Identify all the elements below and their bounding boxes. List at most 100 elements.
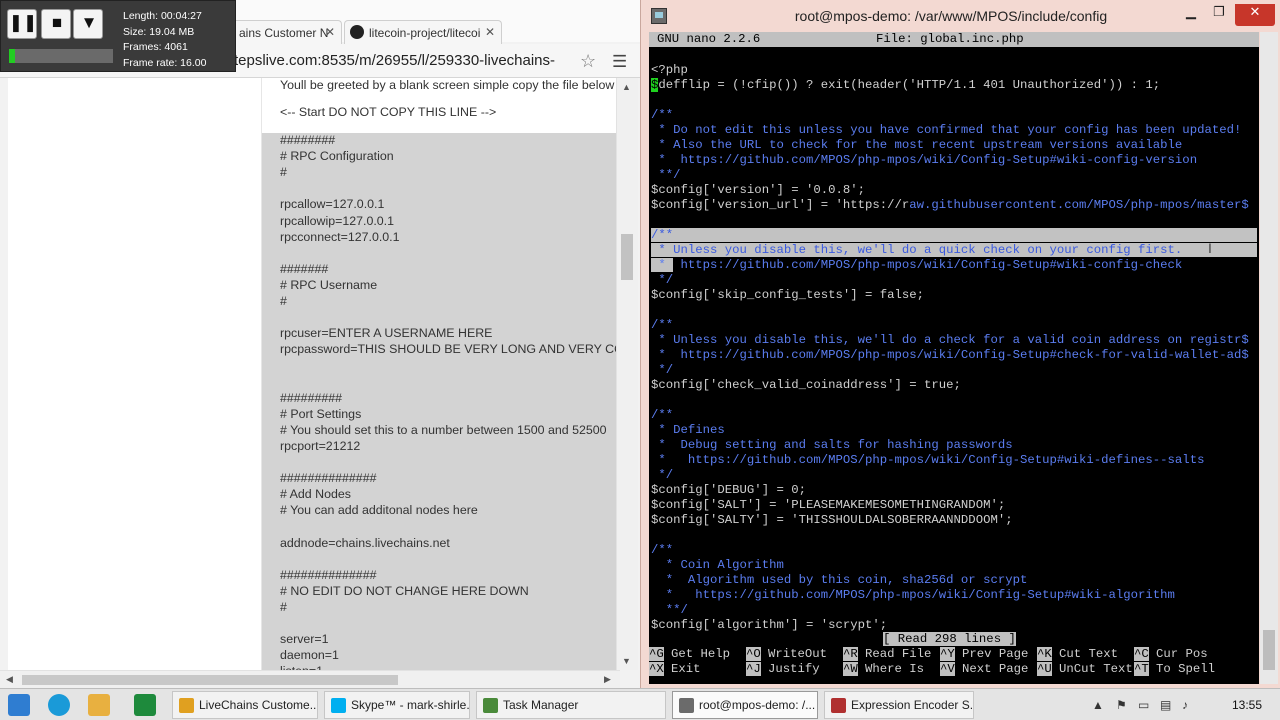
shortcut-key: ^Y: [940, 647, 955, 661]
editor-line: * Defines: [651, 423, 725, 437]
terminal-scrollbar[interactable]: [1260, 32, 1278, 684]
battery-icon[interactable]: ▭: [1138, 698, 1149, 712]
shortcut-key: ^O: [746, 647, 761, 661]
window-title: root@mpos-demo: /var/www/MPOS/include/co…: [794, 8, 1108, 24]
close-button[interactable]: ✕: [1235, 4, 1275, 26]
taskbar-app-button[interactable]: Expression Encoder S...: [824, 691, 974, 719]
status-message: [ Read 298 lines ]: [883, 632, 1016, 646]
taskbar-app-label: LiveChains Custome...: [199, 698, 318, 712]
taskbar-app-label: Skype™ - mark-shirle...: [351, 698, 470, 712]
scroll-left-icon[interactable]: ◀: [6, 674, 13, 685]
editor-line: $config['skip_config_tests'] = false;: [651, 288, 925, 302]
close-tab-icon[interactable]: ✕: [325, 25, 335, 39]
volume-icon[interactable]: ♪: [1182, 698, 1188, 712]
menu-icon[interactable]: ☰: [612, 52, 627, 72]
tab-livechains[interactable]: ains Customer N ✕: [232, 20, 342, 44]
taskbar-app-button[interactable]: LiveChains Custome...: [172, 691, 318, 719]
windows-start-icon[interactable]: [8, 694, 30, 716]
editor-line: * https://github.com/MPOS/php-mpos/wiki/…: [651, 453, 1205, 467]
config-code-line: rpcuser=ENTER A USERNAME HERE: [280, 326, 493, 341]
app-icon: [179, 698, 194, 713]
shortcut-key: ^V: [940, 662, 955, 676]
config-code-line: rpcport=21212: [280, 438, 361, 453]
config-code-line: # NO EDIT DO NOT CHANGE HERE DOWN: [280, 583, 529, 598]
config-code-line: #: [280, 294, 287, 308]
config-code-line: #: [280, 165, 287, 180]
audio-level-meter: [9, 49, 113, 63]
flag-icon[interactable]: ⚑: [1116, 698, 1127, 712]
editor-line: */: [651, 363, 674, 377]
editor-line: * https://github.com/MPOS/php-mpos/wiki/…: [651, 258, 1183, 272]
editor-line: */: [651, 273, 674, 287]
tab-litecoin[interactable]: litecoin-project/litecoi ✕: [344, 20, 502, 44]
scroll-thumb[interactable]: [22, 675, 398, 685]
config-code-line: # Port Settings: [280, 406, 362, 421]
shortcut-label: Where Is: [865, 662, 925, 676]
scroll-up-icon[interactable]: ▲: [622, 82, 631, 92]
config-code-line: #######: [280, 261, 329, 276]
taskbar-app-button[interactable]: Task Manager: [476, 691, 666, 719]
scroll-thumb[interactable]: [1263, 630, 1275, 670]
config-code-line: #########: [280, 390, 343, 405]
editor-line: * https://github.com/MPOS/php-mpos/wiki/…: [651, 153, 1198, 167]
editor-line: $config['SALT'] = 'PLEASEMAKEMESOMETHING…: [651, 498, 1006, 512]
network-icon[interactable]: ▤: [1160, 698, 1171, 712]
editor-line: /**: [651, 108, 674, 122]
clock[interactable]: 13:55: [1232, 698, 1262, 712]
scroll-thumb[interactable]: [621, 234, 633, 280]
chevron-down-icon: ▼: [80, 13, 98, 32]
file-explorer-icon[interactable]: [88, 694, 110, 716]
nano-editor-screen[interactable]: GNU nano 2.2.6 File: global.inc.php <?ph…: [649, 32, 1259, 684]
config-code-line: rpcallowip=127.0.0.1: [280, 213, 395, 228]
editor-line: * Unless you disable this, we'll do a qu…: [651, 243, 1257, 257]
shortcut-label: Justify: [768, 662, 820, 676]
taskbar-app-button[interactable]: Skype™ - mark-shirle...: [324, 691, 470, 719]
shortcut-label: Get Help: [671, 647, 731, 661]
scroll-down-icon[interactable]: ▼: [622, 656, 631, 666]
start-marker-text: <-- Start DO NOT COPY THIS LINE -->: [280, 105, 497, 119]
config-code-block: ######## # RPC Configuration # rpcallow=127…: [262, 133, 620, 670]
config-code-line: ##############: [280, 567, 377, 582]
minimize-button[interactable]: ▁: [1179, 4, 1203, 26]
page-content: Youll be greeted by a blank screen simpl…: [0, 78, 620, 670]
shortcut-key: ^C: [1134, 647, 1149, 661]
system-tray: ▲ ⚑ ▭ ▤ ♪ 13:55: [1080, 689, 1280, 720]
shortcut-label: Cut Text: [1059, 647, 1119, 661]
terminal-window: root@mpos-demo: /var/www/MPOS/include/co…: [640, 0, 1280, 688]
excel-icon[interactable]: [134, 694, 156, 716]
internet-explorer-icon[interactable]: [48, 694, 70, 716]
editor-line: $config['algorithm'] = 'scrypt';: [651, 618, 888, 632]
horizontal-scrollbar[interactable]: ◀ ▶: [0, 670, 620, 688]
shortcut-label: Cur Pos: [1156, 647, 1208, 661]
shortcut-label: Next Page: [962, 662, 1029, 676]
pause-button[interactable]: ❚❚: [7, 9, 37, 39]
tray-expand-icon[interactable]: ▲: [1092, 698, 1104, 712]
editor-line: $defflip = (!cfip()) ? exit(header('HTTP…: [651, 78, 1161, 92]
scroll-right-icon[interactable]: ▶: [604, 674, 611, 685]
maximize-button[interactable]: ❐: [1207, 4, 1231, 26]
bookmark-star-icon[interactable]: ☆: [580, 51, 596, 72]
editor-line: */: [651, 468, 674, 482]
vertical-scrollbar[interactable]: ▲ ▼: [616, 78, 638, 670]
config-code-line: ########: [280, 133, 336, 147]
editor-line: * https://github.com/MPOS/php-mpos/wiki/…: [651, 348, 1249, 362]
tab-label: litecoin-project/litecoi: [369, 26, 481, 40]
shortcut-label: To Spell: [1156, 662, 1216, 676]
nano-version: GNU nano 2.2.6: [657, 32, 761, 46]
taskbar-app-button[interactable]: root@mpos-demo: /...: [672, 691, 818, 719]
editor-line: **/: [651, 168, 681, 182]
terminal-title-bar[interactable]: root@mpos-demo: /var/www/MPOS/include/co…: [641, 0, 1280, 32]
url-text[interactable]: tepslive.com:8535/m/26955/l/259330-livec…: [234, 52, 555, 69]
shortcut-key: ^G: [649, 647, 664, 661]
intro-text: Youll be greeted by a blank screen simpl…: [280, 78, 615, 92]
nano-title-bar: GNU nano 2.2.6 File: global.inc.php: [649, 32, 1259, 47]
recording-size: Size: 19.04 MB: [123, 25, 195, 38]
editor-line: /**: [651, 408, 674, 422]
stop-button[interactable]: ■: [41, 9, 71, 39]
config-code-line: # RPC Configuration: [280, 149, 394, 164]
editor-line: * Algorithm used by this coin, sha256d o…: [651, 573, 1028, 587]
text-cursor-icon: I: [1208, 240, 1212, 256]
editor-line: * Debug setting and salts for hashing pa…: [651, 438, 1013, 452]
dropdown-button[interactable]: ▼: [73, 9, 103, 39]
close-tab-icon[interactable]: ✕: [485, 25, 495, 39]
